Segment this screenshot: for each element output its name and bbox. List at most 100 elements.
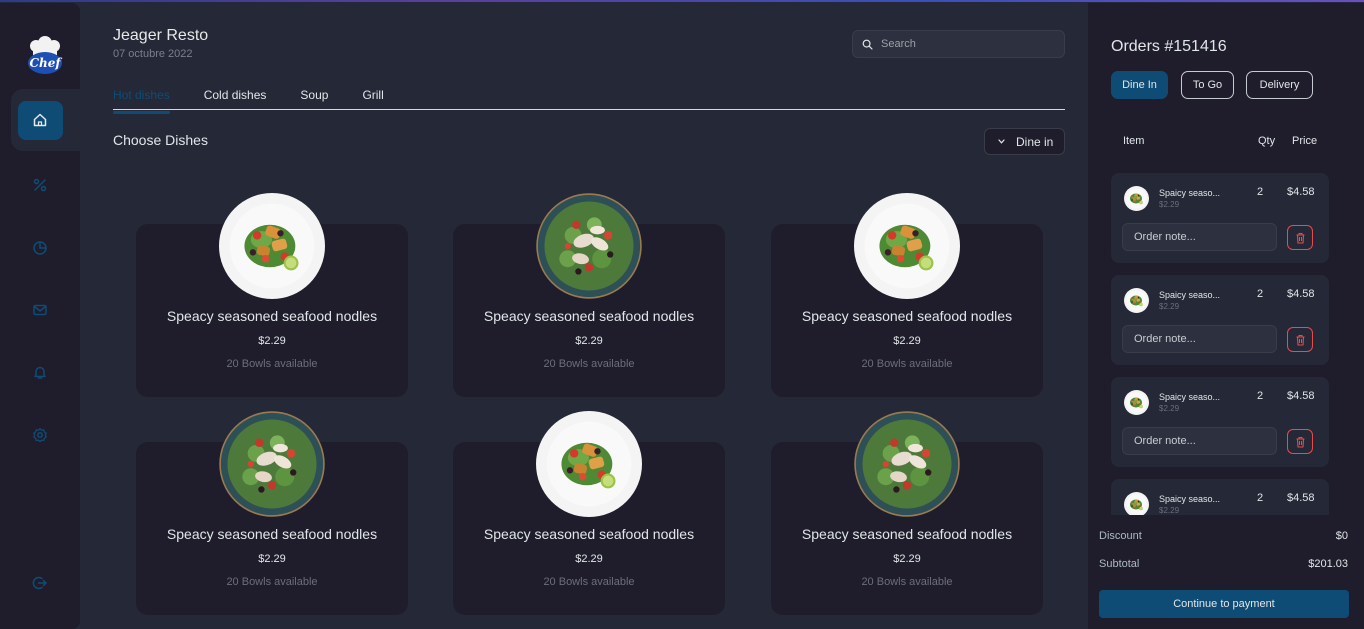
- dish-image: [219, 411, 325, 517]
- bell-icon: [34, 366, 46, 379]
- section-title: Choose Dishes: [113, 132, 208, 148]
- column-header-qty: Qty: [1258, 135, 1276, 147]
- column-header-price: Price: [1292, 135, 1318, 147]
- order-item-qty: 2: [1257, 288, 1264, 300]
- order-summary: Discount $0 Subtotal $201.03 Continue to…: [1088, 516, 1364, 629]
- search-input[interactable]: [881, 38, 1051, 50]
- order-item-total: $4.58: [1287, 186, 1315, 198]
- dish-availability: 20 Bowls available: [543, 358, 635, 370]
- tab-grill[interactable]: Grill: [362, 86, 383, 109]
- search-box[interactable]: [852, 30, 1065, 58]
- order-item-qty: 2: [1257, 186, 1264, 198]
- chef-logo[interactable]: Chef: [26, 36, 64, 76]
- order-item-unit-price: $2.29: [1159, 200, 1180, 209]
- tab-hot-dishes[interactable]: Hot dishes: [113, 86, 170, 114]
- order-item: Spaicy seaso... $2.29 2 $4.58: [1111, 377, 1329, 467]
- dish-name: Speacy seasoned seafood nodles: [166, 526, 378, 542]
- dish-price: $2.29: [258, 553, 286, 565]
- logout-icon: [32, 576, 47, 590]
- delete-item-button[interactable]: [1287, 429, 1313, 454]
- sidebar-item-dashboard[interactable]: [0, 228, 80, 268]
- order-item-name: Spaicy seaso...: [1159, 392, 1221, 402]
- order-item: Spaicy seaso... $2.29 2 $4.58: [1111, 173, 1329, 263]
- dish-availability: 20 Bowls available: [861, 576, 953, 588]
- discount-value: $0: [1335, 530, 1348, 542]
- order-item-total: $4.58: [1287, 390, 1315, 402]
- search-icon: [862, 39, 873, 50]
- dish-price: $2.29: [893, 553, 921, 565]
- percent-icon: [33, 178, 47, 192]
- discount-label: Discount: [1099, 530, 1142, 542]
- trash-icon: [1296, 436, 1304, 448]
- category-tabs: Hot dishes Cold dishes Soup Grill: [113, 86, 1065, 114]
- tab-cold-dishes[interactable]: Cold dishes: [204, 86, 267, 109]
- trash-icon: [1296, 334, 1304, 346]
- mail-icon: [33, 304, 47, 316]
- chevron-down-icon: [998, 139, 1005, 144]
- tab-soup[interactable]: Soup: [300, 86, 328, 109]
- gear-icon: [33, 428, 47, 443]
- dish-name: Speacy seasoned seafood nodles: [801, 526, 1013, 542]
- order-note-input[interactable]: [1122, 223, 1277, 251]
- discount-row: Discount $0: [1099, 530, 1348, 542]
- dish-price: $2.29: [575, 553, 603, 565]
- dish-price: $2.29: [575, 335, 603, 347]
- home-icon: [33, 113, 47, 127]
- order-type-to-go[interactable]: To Go: [1181, 71, 1234, 99]
- dish-image: [854, 411, 960, 517]
- dish-availability: 20 Bowls available: [861, 358, 953, 370]
- sidebar: Chef: [0, 3, 80, 629]
- delete-item-button[interactable]: [1287, 225, 1313, 250]
- dish-availability: 20 Bowls available: [543, 576, 635, 588]
- dish-image: [219, 193, 325, 299]
- order-item-unit-price: $2.29: [1159, 404, 1180, 413]
- svg-text:Chef: Chef: [29, 56, 62, 70]
- column-header-item: Item: [1123, 135, 1145, 147]
- sidebar-item-notifications[interactable]: [0, 352, 80, 392]
- order-item-image: [1124, 390, 1149, 415]
- main-content: Jeager Resto 07 octubre 2022 Hot dishes …: [80, 0, 1088, 629]
- page-date: 07 octubre 2022: [113, 48, 193, 60]
- dish-availability: 20 Bowls available: [226, 358, 318, 370]
- order-note-input[interactable]: [1122, 427, 1277, 455]
- sidebar-item-home[interactable]: [11, 89, 80, 151]
- dish-name: Speacy seasoned seafood nodles: [801, 308, 1013, 324]
- pie-chart-icon: [33, 241, 47, 255]
- delete-item-button[interactable]: [1287, 327, 1313, 352]
- order-item: Spaicy seaso... $2.29 2 $4.58: [1111, 275, 1329, 365]
- order-type-dine-in[interactable]: Dine In: [1111, 71, 1168, 99]
- order-item-unit-price: $2.29: [1159, 506, 1180, 515]
- orders-panel: Orders #151416 Dine In To Go Delivery It…: [1088, 3, 1364, 629]
- dine-option-dropdown[interactable]: Dine in: [984, 128, 1065, 155]
- dish-image: [536, 193, 642, 299]
- order-item-image: [1124, 186, 1149, 211]
- home-button[interactable]: [17, 100, 63, 140]
- order-item-total: $4.58: [1287, 492, 1315, 504]
- orders-title: Orders #151416: [1111, 38, 1227, 55]
- subtotal-row: Subtotal $201.03: [1099, 558, 1348, 570]
- order-item-unit-price: $2.29: [1159, 302, 1180, 311]
- order-items-list[interactable]: Spaicy seaso...$2.292$4.58Spaicy seaso..…: [1111, 173, 1333, 515]
- dish-name: Speacy seasoned seafood nodles: [166, 308, 378, 324]
- order-type-delivery[interactable]: Delivery: [1246, 71, 1313, 99]
- order-item-name: Spaicy seaso...: [1159, 188, 1221, 198]
- sidebar-item-messages[interactable]: [0, 290, 80, 330]
- order-item-total: $4.58: [1287, 288, 1315, 300]
- order-item-image: [1124, 492, 1149, 515]
- subtotal-label: Subtotal: [1099, 558, 1140, 570]
- dine-option-value: Dine in: [1016, 134, 1054, 149]
- dish-name: Speacy seasoned seafood nodles: [483, 526, 695, 542]
- dish-image: [536, 411, 642, 517]
- continue-to-payment-button[interactable]: Continue to payment: [1099, 590, 1349, 618]
- page-title: Jeager Resto: [113, 27, 209, 44]
- dish-price: $2.29: [258, 335, 286, 347]
- trash-icon: [1296, 232, 1304, 244]
- dish-availability: 20 Bowls available: [226, 576, 318, 588]
- order-note-input[interactable]: [1122, 325, 1277, 353]
- sidebar-item-settings[interactable]: [0, 415, 80, 455]
- dish-name: Speacy seasoned seafood nodles: [483, 308, 695, 324]
- sidebar-item-discount[interactable]: [0, 165, 80, 205]
- dish-image: [854, 193, 960, 299]
- order-item-qty: 2: [1257, 390, 1264, 402]
- sidebar-item-logout[interactable]: [0, 563, 80, 603]
